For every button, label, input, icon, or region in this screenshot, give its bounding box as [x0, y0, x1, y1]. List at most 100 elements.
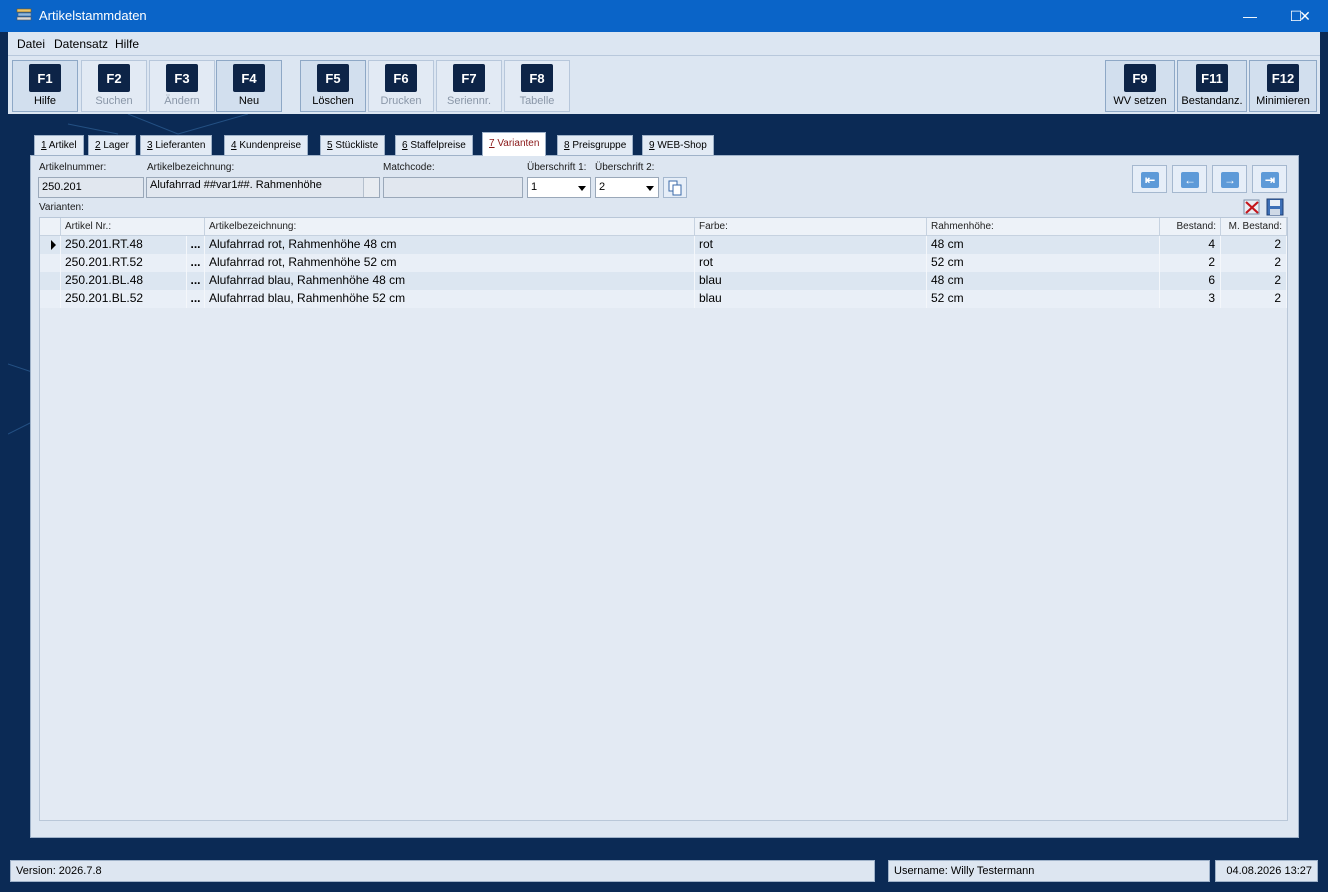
column-header-m-bestand[interactable]: M. Bestand:	[1221, 218, 1287, 236]
column-header-rahmenhoehe[interactable]: Rahmenhöhe:	[927, 218, 1160, 236]
tab-preisgruppe-num: 8	[564, 140, 570, 151]
tab-varianten[interactable]: 7 Varianten	[482, 132, 547, 156]
artikelbezeichnung-scroll[interactable]	[363, 178, 379, 197]
tab-kundenpreise-num: 4	[231, 140, 237, 151]
cell-rahmenhoehe[interactable]: 52 cm	[927, 290, 1160, 308]
table-row[interactable]: 250.201.BL.52 ... Alufahrrad blau, Rahme…	[40, 290, 1287, 308]
tab-web-shop[interactable]: 9 WEB-Shop	[642, 135, 714, 155]
cell-bestand[interactable]: 4	[1160, 236, 1221, 254]
f4-neu-button[interactable]: F4 Neu	[216, 60, 282, 112]
cell-artikel-nr[interactable]: 250.201.BL.48	[61, 272, 187, 290]
cell-artikelbezeichnung[interactable]: Alufahrrad blau, Rahmenhöhe 48 cm	[205, 272, 695, 290]
cell-farbe[interactable]: rot	[695, 254, 927, 272]
artikelbezeichnung-field[interactable]: Alufahrrad ##var1##. Rahmenhöhe	[146, 177, 380, 198]
tab-lager[interactable]: 2 Lager	[88, 135, 136, 155]
cell-artikel-nr[interactable]: 250.201.RT.48	[61, 236, 187, 254]
cell-m-bestand[interactable]: 2	[1221, 236, 1287, 254]
matchcode-field[interactable]	[383, 177, 523, 198]
menu-datensatz[interactable]: Datensatz	[54, 37, 108, 51]
varianten-label: Varianten:	[39, 202, 84, 213]
f12-minimieren-button[interactable]: F12 Minimieren	[1249, 60, 1317, 112]
f1-key: F1	[29, 64, 61, 92]
tab-varianten-label: Varianten	[497, 138, 540, 149]
tab-lieferanten[interactable]: 3 Lieferanten	[140, 135, 213, 155]
cell-m-bestand[interactable]: 2	[1221, 272, 1287, 290]
ellipsis-button[interactable]: ...	[187, 272, 205, 290]
f7-seriennr-button[interactable]: F7 Seriennr.	[436, 60, 502, 112]
chevron-down-icon[interactable]	[642, 178, 658, 197]
prev-record-button[interactable]: ←	[1172, 165, 1207, 193]
cell-artikelbezeichnung[interactable]: Alufahrrad blau, Rahmenhöhe 52 cm	[205, 290, 695, 308]
last-record-button[interactable]: ⇥	[1252, 165, 1287, 193]
ellipsis-button[interactable]: ...	[187, 290, 205, 308]
save-row-button[interactable]	[1266, 198, 1284, 216]
f3-aendern-button[interactable]: F3 Ändern	[149, 60, 215, 112]
ellipsis-button[interactable]: ...	[187, 236, 205, 254]
table-row[interactable]: 250.201.RT.52 ... Alufahrrad rot, Rahmen…	[40, 254, 1287, 272]
cell-rahmenhoehe[interactable]: 48 cm	[927, 236, 1160, 254]
f6-drucken-button[interactable]: F6 Drucken	[368, 60, 434, 112]
matchcode-label: Matchcode:	[383, 162, 435, 173]
cell-farbe[interactable]: blau	[695, 290, 927, 308]
cell-m-bestand[interactable]: 2	[1221, 254, 1287, 272]
menu-hilfe[interactable]: Hilfe	[115, 37, 139, 51]
minimize-button[interactable]: —	[1227, 0, 1273, 32]
next-record-button[interactable]: →	[1212, 165, 1247, 193]
tab-artikel[interactable]: 1 Artikel	[34, 135, 84, 155]
column-header-artikelbezeichnung[interactable]: Artikelbezeichnung:	[205, 218, 695, 236]
f9-wv-setzen-button[interactable]: F9 WV setzen	[1105, 60, 1175, 112]
cell-artikelbezeichnung[interactable]: Alufahrrad rot, Rahmenhöhe 52 cm	[205, 254, 695, 272]
f7-key: F7	[453, 64, 485, 92]
cell-artikelbezeichnung[interactable]: Alufahrrad rot, Rahmenhöhe 48 cm	[205, 236, 695, 254]
table-row[interactable]: 250.201.RT.48 ... Alufahrrad rot, Rahmen…	[40, 236, 1287, 254]
tab-staffelpreise[interactable]: 6 Staffelpreise	[395, 135, 473, 155]
first-record-button[interactable]: ⇤	[1132, 165, 1167, 193]
table-row[interactable]: 250.201.BL.48 ... Alufahrrad blau, Rahme…	[40, 272, 1287, 290]
title-bar: Artikelstammdaten — ☐ ✕	[0, 0, 1328, 32]
first-record-icon: ⇤	[1141, 172, 1159, 188]
cell-rahmenhoehe[interactable]: 52 cm	[927, 254, 1160, 272]
tab-stueckliste-label: Stückliste	[335, 140, 379, 151]
column-header-bestand[interactable]: Bestand:	[1160, 218, 1221, 236]
function-key-toolbar: F1 Hilfe F2 Suchen F3 Ändern F4 Neu F5 L…	[8, 56, 1320, 114]
cell-bestand[interactable]: 2	[1160, 254, 1221, 272]
close-button[interactable]: ✕	[1282, 0, 1328, 32]
ueberschrift1-select[interactable]: 1	[527, 177, 591, 198]
f5-loeschen-button[interactable]: F5 Löschen	[300, 60, 366, 112]
artikelnummer-field[interactable]: 250.201	[38, 177, 144, 198]
menu-datei[interactable]: Datei	[17, 37, 45, 51]
save-icon	[1266, 198, 1284, 216]
tab-lieferanten-label: Lieferanten	[155, 140, 206, 151]
cell-artikel-nr[interactable]: 250.201.RT.52	[61, 254, 187, 272]
cell-farbe[interactable]: blau	[695, 272, 927, 290]
f11-bestandanz-button[interactable]: F11 Bestandanz.	[1177, 60, 1247, 112]
f8-tabelle-button[interactable]: F8 Tabelle	[504, 60, 570, 112]
f2-label: Suchen	[95, 95, 133, 107]
ellipsis-button[interactable]: ...	[187, 254, 205, 272]
column-header-farbe[interactable]: Farbe:	[695, 218, 927, 236]
tab-kundenpreise[interactable]: 4 Kundenpreise	[224, 135, 309, 155]
ueberschrift2-select[interactable]: 2	[595, 177, 659, 198]
tab-lager-num: 2	[95, 140, 101, 151]
cell-rahmenhoehe[interactable]: 48 cm	[927, 272, 1160, 290]
next-record-icon: →	[1221, 172, 1239, 188]
tab-stueckliste[interactable]: 5 Stückliste	[320, 135, 386, 155]
chevron-down-icon[interactable]	[574, 178, 590, 197]
tab-preisgruppe[interactable]: 8 Preisgruppe	[557, 135, 634, 155]
cell-farbe[interactable]: rot	[695, 236, 927, 254]
ueberschrift2-label: Überschrift 2:	[595, 162, 655, 173]
cell-bestand[interactable]: 3	[1160, 290, 1221, 308]
f5-label: Löschen	[312, 95, 354, 107]
copy-button[interactable]	[663, 177, 687, 198]
row-indicator	[40, 290, 61, 308]
f1-hilfe-button[interactable]: F1 Hilfe	[12, 60, 78, 112]
cell-bestand[interactable]: 6	[1160, 272, 1221, 290]
delete-row-button[interactable]	[1243, 198, 1261, 216]
cell-m-bestand[interactable]: 2	[1221, 290, 1287, 308]
f2-suchen-button[interactable]: F2 Suchen	[81, 60, 147, 112]
prev-record-icon: ←	[1181, 172, 1199, 188]
artikelbezeichnung-label: Artikelbezeichnung:	[147, 162, 235, 173]
cell-artikel-nr[interactable]: 250.201.BL.52	[61, 290, 187, 308]
status-bar: Version: 2026.7.8 Username: Willy Tester…	[8, 856, 1320, 884]
column-header-artikel-nr[interactable]: Artikel Nr.:	[61, 218, 205, 236]
